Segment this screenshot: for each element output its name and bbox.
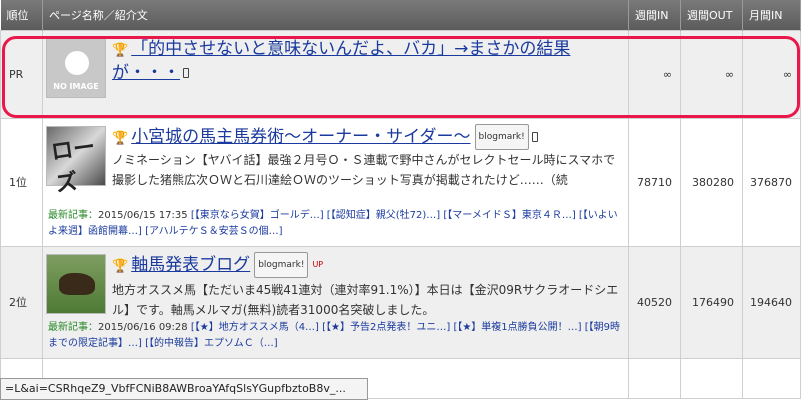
thumbnail-label: NO IMAGE <box>53 81 99 91</box>
rank-label: PR <box>0 29 43 119</box>
week-out-value: ∞ <box>680 29 743 119</box>
rank-label: 1位 <box>0 117 43 247</box>
latest-label: 最新記事： <box>48 209 98 221</box>
latest-articles: 最新記事：2015/06/16 09:28 [【★】地方オススメ馬（4…] [【… <box>48 320 621 352</box>
thumbnail-image[interactable]: ローズ <box>46 125 106 197</box>
month-in-value <box>742 357 801 399</box>
ranking-table: 順位 ページ名称／紹介文 週間IN 週間OUT 月間IN PR NO IMAGE… <box>0 0 801 399</box>
site-title-link[interactable]: 小宮城の馬主馬券術〜オーナー・サイダー〜 <box>131 127 470 147</box>
page-info-cell: 🏆 軸馬発表ブログ blogmark! UP 地方オススメ馬【ただいま45戦41連対（… <box>42 245 629 359</box>
rank-up-icon: UP <box>312 259 324 269</box>
thumbnail-image[interactable]: NO IMAGE <box>46 37 106 98</box>
week-in-value: 78710 <box>628 117 681 247</box>
page-info-cell: ローズ 🏆 小宮城の馬主馬券術〜オーナー・サイダー〜 blogmark! ノミネーシ… <box>42 117 629 247</box>
site-description: 地方オススメ馬【ただいま45戦41連対（連対率91.1%）】本日は【金沢09Rサ… <box>112 282 619 317</box>
mobile-icon <box>183 67 189 78</box>
mobile-icon <box>531 131 538 142</box>
header-week-out: 週間OUT <box>680 0 743 30</box>
week-out-value: 380280 <box>680 117 743 247</box>
month-in-value: ∞ <box>742 29 801 119</box>
latest-date: 2015/06/15 17:35 <box>98 209 188 221</box>
week-out-value: 176490 <box>680 245 743 359</box>
thumbnail-text: ローズ <box>49 134 97 197</box>
page-info-cell: NO IMAGE 🏆 「的中させないと意味ないんだよ、バカ」→まさかの結果が・・・ <box>42 29 629 119</box>
thumbnail-image[interactable] <box>46 253 106 314</box>
table-row: PR NO IMAGE 🏆 「的中させないと意味ないんだよ、バカ」→まさかの結果が… <box>0 29 801 119</box>
table-header-row: 順位 ページ名称／紹介文 週間IN 週間OUT 月間IN <box>0 0 801 30</box>
site-title-link[interactable]: 軸馬発表ブログ <box>131 255 250 275</box>
table-row: 2位 🏆 軸馬発表ブログ blogmark! UP 地方オススメ馬【ただいま45戦41… <box>0 245 801 359</box>
latest-date: 2015/06/16 09:28 <box>98 321 188 333</box>
week-in-value: ∞ <box>628 29 681 119</box>
header-week-in: 週間IN <box>628 0 681 30</box>
blogmark-badge[interactable]: blogmark! <box>254 251 309 278</box>
week-out-value <box>680 357 743 399</box>
month-in-value: 194640 <box>742 245 801 359</box>
table-row: 1位 ローズ 🏆 小宮城の馬主馬券術〜オーナー・サイダー〜 blogmark! ノミ… <box>0 117 801 247</box>
week-in-value <box>628 357 681 399</box>
latest-label: 最新記事： <box>48 321 98 333</box>
month-in-value: 376870 <box>742 117 801 247</box>
trophy-icon: 🏆 <box>112 42 129 58</box>
latest-articles: 最新記事：2015/06/15 17:35 [【東京なら女賀】ゴールデ…] [【… <box>48 208 621 240</box>
site-title-link[interactable]: 「的中させないと意味ないんだよ、バカ」→まさかの結果が・・・ <box>112 39 570 83</box>
trophy-icon: 🏆 <box>112 130 129 146</box>
site-description: ノミネーション【ヤバイ話】最強２月号Ｏ・Ｓ連載で野中さんがセレクトセール時にスマ… <box>112 152 616 187</box>
trophy-icon: 🏆 <box>112 258 129 274</box>
blogmark-badge[interactable]: blogmark! <box>474 123 529 150</box>
status-bar-url: =L&ai=CSRhqeZ9_VbfFCNiB8AWBroaYAfqSlsYGu… <box>0 378 368 400</box>
week-in-value: 40520 <box>628 245 681 359</box>
rank-label: 2位 <box>0 245 43 359</box>
header-month-in: 月間IN <box>742 0 801 30</box>
header-rank: 順位 <box>0 0 43 30</box>
header-page-name: ページ名称／紹介文 <box>42 0 629 30</box>
